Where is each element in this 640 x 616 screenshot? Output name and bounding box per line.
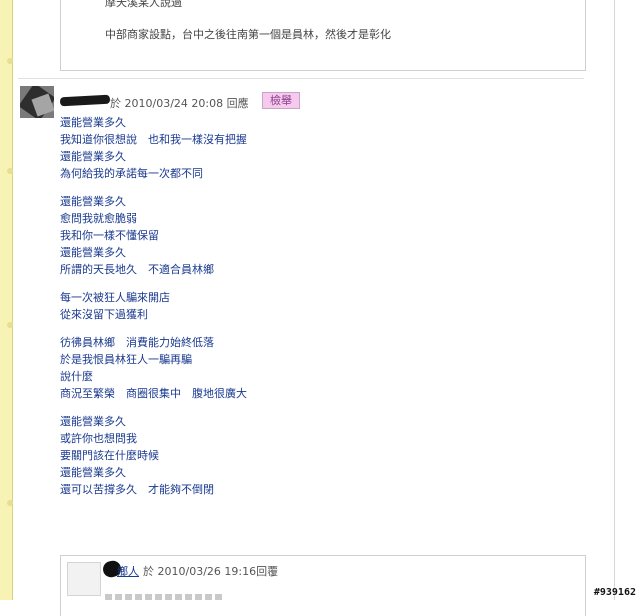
reply-timestamp: 於 2010/03/26 19:16回覆 (143, 565, 279, 578)
post-stanza: 還能營業多久 或許你也想問我 要關門該在什麼時候 還能營業多久 還可以苦撐多久 … (60, 413, 560, 498)
post-line: 還能營業多久 (60, 116, 126, 129)
quoted-post-line: 摩天溪某人說過 (105, 0, 182, 9)
post-line: 要關門該在什麼時候 (60, 449, 159, 462)
post-divider (18, 78, 584, 79)
strip-marker (7, 322, 13, 328)
post-line: 還能營業多久 (60, 195, 126, 208)
left-sidebar-strip (0, 0, 13, 600)
post-line: 我知道你很想說 也和我一樣沒有把握 (60, 133, 247, 146)
strip-marker (7, 58, 13, 64)
reply-link[interactable]: 回應 (227, 97, 249, 110)
post-line: 所謂的天長地久 不適合員林鄉 (60, 263, 214, 276)
reply-text-cutoff (105, 594, 225, 600)
post-line: 還可以苦撐多久 才能夠不倒閉 (60, 483, 214, 496)
post-line: 還能營業多久 (60, 150, 126, 163)
post-line: 說什麼 (60, 370, 93, 383)
post-line: 於是我恨員林狂人一騙再騙 (60, 353, 192, 366)
reply-author-link[interactable]: 鄉人 (117, 563, 139, 579)
post-stanza: 還能營業多久 我知道你很想說 也和我一樣沒有把握 還能營業多久 為何給我的承諾每… (60, 114, 560, 182)
post-line: 愈問我就愈脆弱 (60, 212, 137, 225)
redacted-username (59, 94, 111, 107)
post-line: 還能營業多久 (60, 415, 126, 428)
post-line: 商況至繁榮 商圈很集中 腹地很廣大 (60, 387, 247, 400)
post-line: 為何給我的承諾每一次都不同 (60, 167, 203, 180)
quoted-post-line: 中部商家設點，台中之後往南第一個是員林，然後才是彰化 (105, 28, 391, 41)
reply-avatar[interactable] (67, 562, 101, 596)
post-line: 還能營業多久 (60, 246, 126, 259)
image-watermark: #939162 (593, 587, 636, 598)
post-timestamp: 於 2010/03/24 20:08 (110, 97, 224, 110)
post-line: 還能營業多久 (60, 466, 126, 479)
avatar[interactable] (20, 86, 54, 118)
report-button[interactable]: 檢舉 (262, 92, 300, 109)
post-line: 從來沒留下過獲利 (60, 308, 148, 321)
strip-marker (7, 168, 13, 174)
post-line: 彷彿員林鄉 消費能力始終低落 (60, 336, 214, 349)
post-line: 或許你也想問我 (60, 432, 137, 445)
page-right-border (614, 0, 615, 600)
post-line: 我和你一樣不懂保留 (60, 229, 159, 242)
quoted-post-box: 摩天溪某人說過 中部商家設點，台中之後往南第一個是員林，然後才是彰化 (60, 0, 586, 71)
strip-marker (7, 500, 13, 506)
post-meta: 於 2010/03/24 20:08 回應 (110, 95, 249, 111)
post-stanza: 彷彿員林鄉 消費能力始終低落 於是我恨員林狂人一騙再騙 說什麼 商況至繁榮 商圈… (60, 334, 560, 402)
post-body: 還能營業多久 我知道你很想說 也和我一樣沒有把握 還能營業多久 為何給我的承諾每… (60, 114, 560, 509)
post-line: 每一次被狂人騙來開店 (60, 291, 170, 304)
reply-box: 鄉人 於 2010/03/26 19:16回覆 (60, 555, 586, 616)
post-stanza: 每一次被狂人騙來開店 從來沒留下過獲利 (60, 289, 560, 323)
post-stanza: 還能營業多久 愈問我就愈脆弱 我和你一樣不懂保留 還能營業多久 所謂的天長地久 … (60, 193, 560, 278)
